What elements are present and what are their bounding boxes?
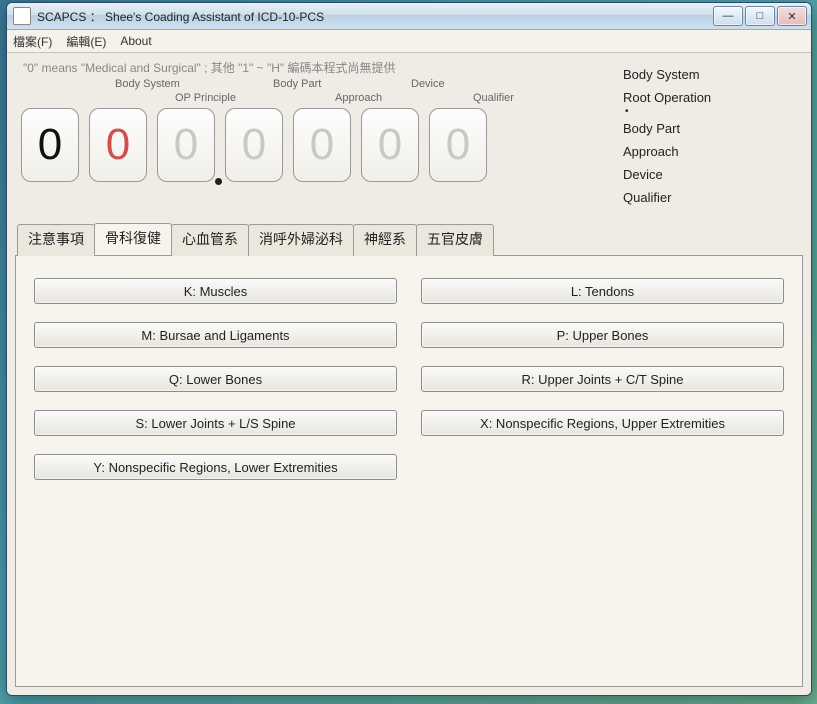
label-body-system: Body System bbox=[115, 78, 180, 90]
app-icon bbox=[13, 7, 31, 25]
slot-device[interactable]: 0 bbox=[361, 108, 419, 182]
opt-m-bursae[interactable]: M: Bursae and Ligaments bbox=[34, 322, 397, 348]
maximize-icon: □ bbox=[757, 10, 764, 22]
slot-qualifier[interactable]: 0 bbox=[429, 108, 487, 182]
opt-q-lower-bones[interactable]: Q: Lower Bones bbox=[34, 366, 397, 392]
tab-neuro[interactable]: 神經系 bbox=[353, 224, 417, 256]
client-area: "0" means "Medical and Surgical" ; 其他 "1… bbox=[7, 53, 811, 695]
menu-file[interactable]: 檔案(F) bbox=[13, 33, 52, 50]
opt-k-muscles[interactable]: K: Muscles bbox=[34, 278, 397, 304]
label-op-principle: OP Principle bbox=[175, 92, 236, 104]
nav-bullet: • bbox=[623, 109, 803, 117]
opt-y-lower-ext[interactable]: Y: Nonspecific Regions, Lower Extremitie… bbox=[34, 454, 397, 480]
maximize-button[interactable]: □ bbox=[745, 6, 775, 26]
menu-edit[interactable]: 編輯(E) bbox=[66, 33, 106, 50]
tab-respiratory[interactable]: 消呼外婦泌科 bbox=[248, 224, 354, 256]
cursor-dot bbox=[215, 178, 222, 185]
titlebar: SCAPCS ： Shee's Coading Assistant of ICD… bbox=[7, 3, 811, 30]
nav-qualifier[interactable]: Qualifier bbox=[623, 186, 803, 209]
tabstrip: 注意事項 骨科復健 心血管系 消呼外婦泌科 神經系 五官皮膚 bbox=[15, 223, 803, 256]
slot-approach[interactable]: 0 bbox=[293, 108, 351, 182]
nav-device[interactable]: Device bbox=[623, 163, 803, 186]
close-icon: ✕ bbox=[787, 10, 796, 23]
opt-r-upper-joints[interactable]: R: Upper Joints + C/T Spine bbox=[421, 366, 784, 392]
close-button[interactable]: ✕ bbox=[777, 6, 807, 26]
opt-x-upper-ext[interactable]: X: Nonspecific Regions, Upper Extremitie… bbox=[421, 410, 784, 436]
opt-s-lower-joints[interactable]: S: Lower Joints + L/S Spine bbox=[34, 410, 397, 436]
menubar: 檔案(F) 編輯(E) About bbox=[7, 30, 811, 53]
label-qualifier: Qualifier bbox=[473, 92, 514, 104]
label-device: Device bbox=[411, 78, 445, 90]
opt-l-tendons[interactable]: L: Tendons bbox=[421, 278, 784, 304]
slot-section[interactable]: 0 bbox=[21, 108, 79, 182]
slot-op-principle[interactable]: 0 bbox=[157, 108, 215, 182]
tab-panel: K: Muscles L: Tendons M: Bursae and Liga… bbox=[15, 256, 803, 687]
tab-ortho[interactable]: 骨科復健 bbox=[94, 223, 172, 255]
slot-labels: Body System OP Principle Body Part Appro… bbox=[15, 78, 611, 108]
nav-body-part[interactable]: Body Part bbox=[623, 117, 803, 140]
right-nav: Body System Root Operation • Body Part A… bbox=[611, 59, 803, 209]
label-approach: Approach bbox=[335, 92, 382, 104]
slot-body-part[interactable]: 0 bbox=[225, 108, 283, 182]
nav-body-system[interactable]: Body System bbox=[623, 63, 803, 86]
menu-about[interactable]: About bbox=[120, 34, 151, 48]
opt-p-upper-bones[interactable]: P: Upper Bones bbox=[421, 322, 784, 348]
nav-root-operation[interactable]: Root Operation bbox=[623, 86, 803, 109]
label-body-part: Body Part bbox=[273, 78, 321, 90]
nav-approach[interactable]: Approach bbox=[623, 140, 803, 163]
code-slots: 0 0 0 0 0 0 0 bbox=[15, 108, 611, 182]
tab-cardio[interactable]: 心血管系 bbox=[171, 224, 249, 256]
minimize-icon: — bbox=[723, 10, 734, 22]
app-window: SCAPCS ： Shee's Coading Assistant of ICD… bbox=[6, 2, 812, 696]
minimize-button[interactable]: — bbox=[713, 6, 743, 26]
slot-body-system[interactable]: 0 bbox=[89, 108, 147, 182]
hint-text: "0" means "Medical and Surgical" ; 其他 "1… bbox=[23, 59, 611, 76]
window-title: SCAPCS ： Shee's Coading Assistant of ICD… bbox=[37, 8, 713, 25]
tab-notes[interactable]: 注意事項 bbox=[17, 224, 95, 256]
tab-senses[interactable]: 五官皮膚 bbox=[416, 224, 494, 256]
